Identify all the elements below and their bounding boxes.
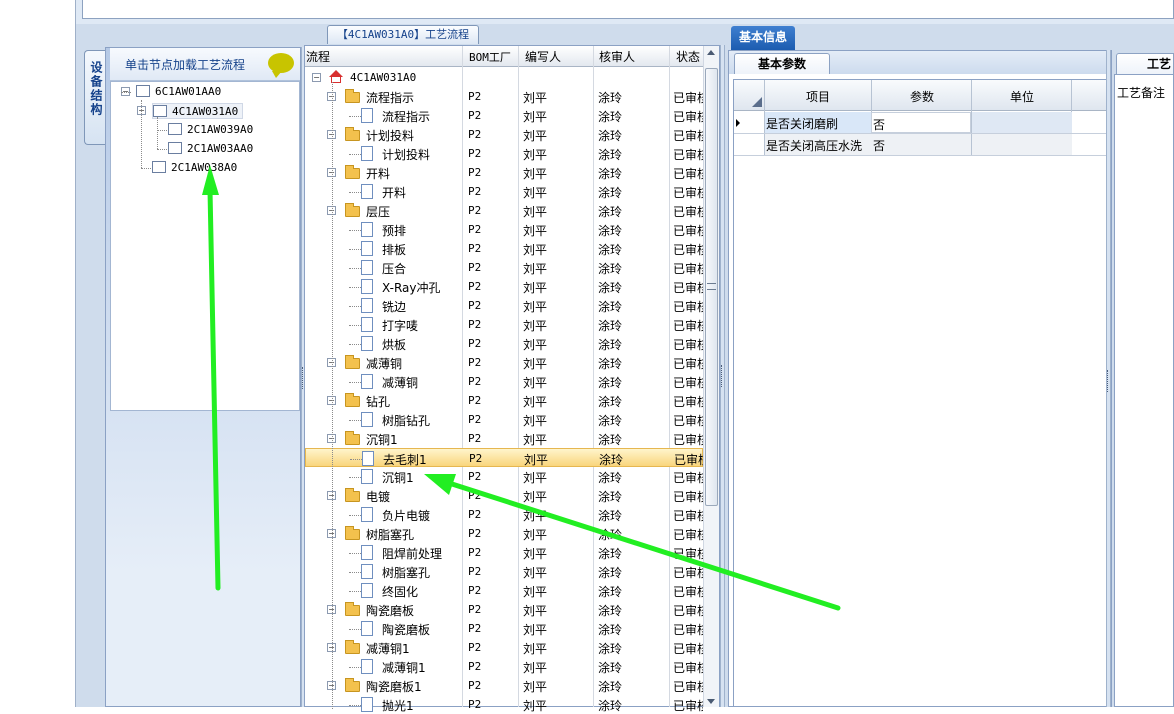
annotation-arrow-left xyxy=(424,474,841,611)
annotation-arrow-up xyxy=(202,165,221,591)
annotation-overlay xyxy=(202,165,841,611)
